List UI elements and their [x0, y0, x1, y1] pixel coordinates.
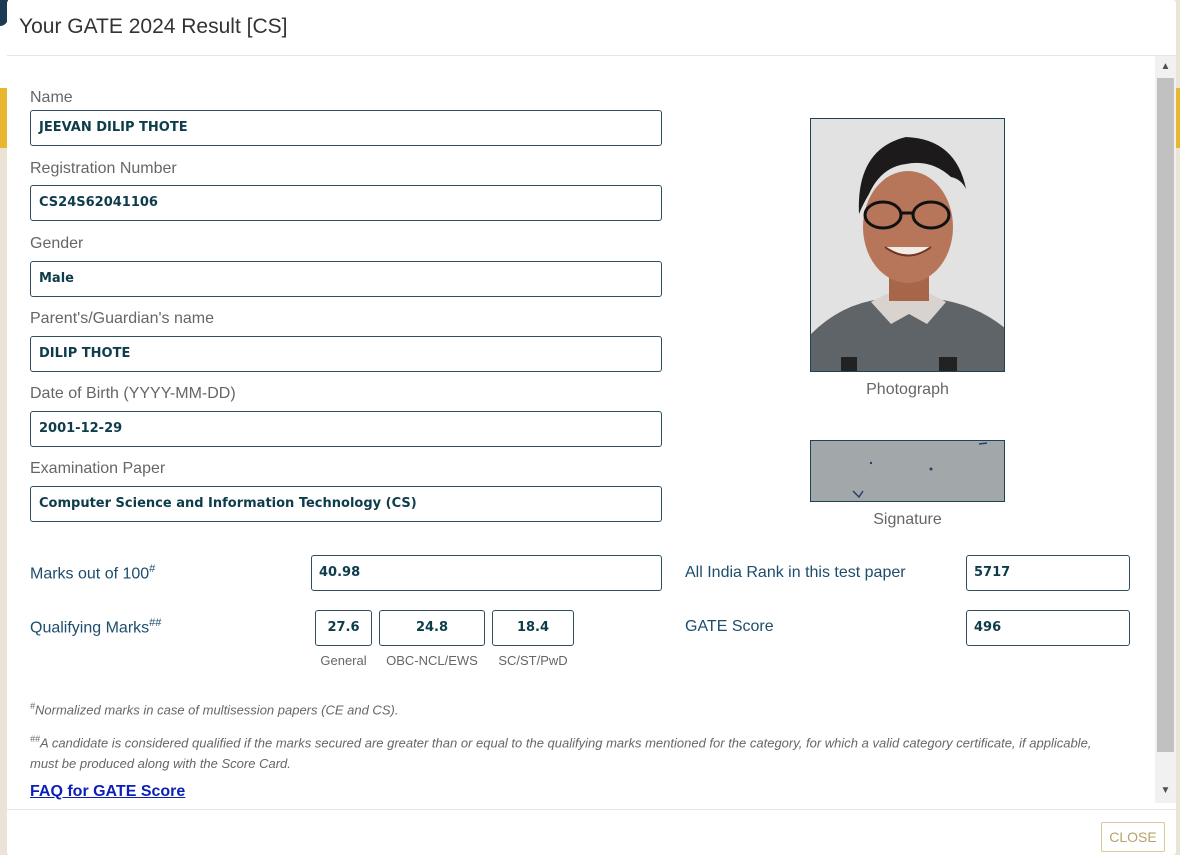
gate-score-label: GATE Score: [685, 618, 774, 635]
qualifying-footnote-mark: ##: [149, 617, 162, 629]
qualifying-marks-label: Qualifying Marks##: [30, 617, 161, 637]
modal-scrollbar[interactable]: ▲ ▼: [1155, 56, 1176, 803]
rank-label: All India Rank in this test paper: [685, 564, 906, 581]
marks-footnote-mark: #: [149, 563, 156, 575]
faq-gate-score-link[interactable]: FAQ for GATE Score: [30, 783, 185, 801]
close-button[interactable]: CLOSE: [1101, 822, 1165, 852]
qualifying-sc-caption: SC/ST/PwD: [498, 653, 568, 668]
gender-field: Male: [30, 261, 662, 297]
result-modal: Your GATE 2024 Result [CS] Name JEEVAN D…: [7, 0, 1176, 855]
qualifying-obc-field: 24.8: [379, 610, 485, 646]
gender-label: Gender: [30, 235, 84, 252]
scroll-up-arrow-icon[interactable]: ▲: [1155, 58, 1176, 75]
exam-paper-field: Computer Science and Information Technol…: [30, 486, 662, 522]
footnote-qualified-mark: ##: [30, 734, 41, 744]
signature-caption: Signature: [873, 511, 942, 528]
dob-field: 2001-12-29: [30, 411, 662, 447]
qualifying-obc-caption: OBC-NCL/EWS: [386, 653, 478, 668]
signature-image: [811, 441, 1004, 501]
name-field: JEEVAN DILIP THOTE: [30, 110, 662, 146]
modal-body[interactable]: Name JEEVAN DILIP THOTE Registration Num…: [7, 56, 1154, 809]
dob-label: Date of Birth (YYYY-MM-DD): [30, 385, 236, 402]
rank-field: 5717: [966, 555, 1130, 591]
modal-title: Your GATE 2024 Result [CS]: [19, 15, 288, 38]
scroll-down-arrow-icon[interactable]: ▼: [1155, 782, 1176, 799]
marks-label: Marks out of 100#: [30, 563, 155, 583]
qualifying-general-field: 27.6: [315, 610, 372, 646]
registration-number-label: Registration Number: [30, 160, 177, 177]
qualifying-general-caption: General: [320, 653, 367, 668]
qualifying-marks-label-text: Qualifying Marks: [30, 619, 150, 637]
modal-header: Your GATE 2024 Result [CS]: [7, 0, 1176, 56]
photograph-caption: Photograph: [866, 381, 949, 398]
footnote-qualified-text: A candidate is considered qualified if t…: [30, 735, 1092, 772]
footnote-normalized: #Normalized marks in case of multisessio…: [30, 696, 1120, 720]
marks-label-text: Marks out of 100: [30, 565, 150, 583]
footnote-qualified: ##A candidate is considered qualified if…: [30, 729, 1120, 774]
marks-field: 40.98: [311, 555, 662, 591]
footnote-normalized-text: Normalized marks in case of multisession…: [35, 702, 399, 718]
photograph-image: [811, 119, 1004, 371]
gate-score-field: 496: [966, 610, 1130, 646]
exam-paper-label: Examination Paper: [30, 460, 166, 477]
registration-number-field: CS24S62041106: [30, 185, 662, 221]
candidate-signature: [810, 440, 1005, 502]
guardian-name-field: DILIP THOTE: [30, 336, 662, 372]
candidate-photograph: [810, 118, 1005, 372]
scrollbar-thumb[interactable]: [1157, 78, 1174, 752]
qualifying-sc-field: 18.4: [492, 610, 574, 646]
name-label: Name: [30, 89, 73, 106]
modal-footer: CLOSE: [7, 809, 1176, 855]
guardian-name-label: Parent's/Guardian's name: [30, 310, 214, 327]
